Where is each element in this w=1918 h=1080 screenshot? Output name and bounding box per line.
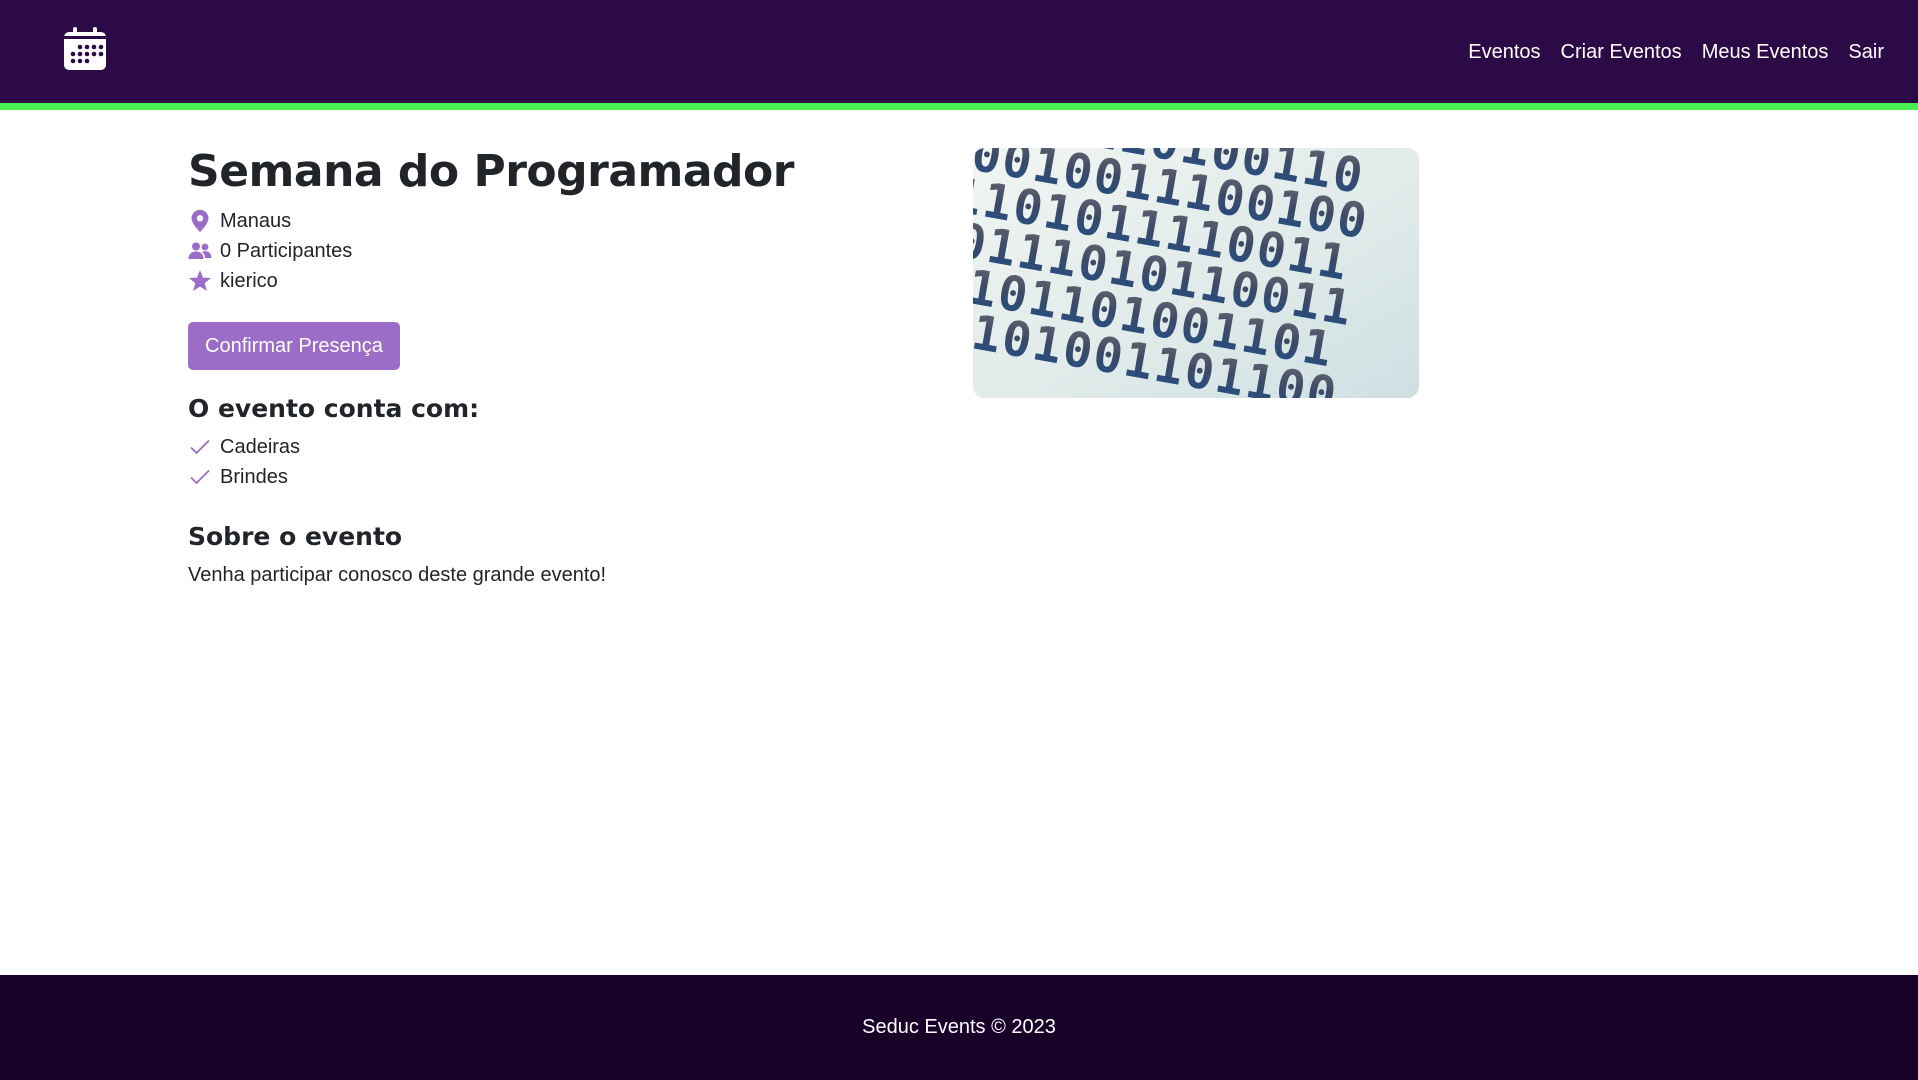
header-accent-line xyxy=(0,103,1918,110)
feature-item: Brindes xyxy=(188,462,948,492)
calendar-icon[interactable] xyxy=(62,26,108,72)
confirm-presence-button[interactable]: Confirmar Presença xyxy=(188,322,400,371)
nav-link-criar-eventos[interactable]: Criar Eventos xyxy=(1561,38,1682,66)
top-navbar: Eventos Criar Eventos Meus Eventos Sair xyxy=(0,0,1918,103)
main-nav: Eventos Criar Eventos Meus Eventos Sair xyxy=(1468,38,1884,66)
event-owner-row: kierico xyxy=(188,266,948,296)
event-participants-row: 0 Participantes xyxy=(188,236,948,266)
about-title: Sobre o evento xyxy=(188,522,403,552)
feature-label: Cadeiras xyxy=(220,435,301,458)
event-city: Manaus xyxy=(220,209,292,232)
event-details: Semana do Programador Manaus 0 Participa… xyxy=(188,140,948,587)
event-image: 1010110100110001001110010011010111100110… xyxy=(973,148,1419,398)
about-text: Venha participar conosco deste grande ev… xyxy=(188,564,607,587)
binary-code-image: 1010110100110001001110010011010111100110… xyxy=(973,148,1419,398)
location-pin-icon xyxy=(188,209,212,233)
footer: Seduc Events © 2023 xyxy=(0,975,1918,1080)
event-city-row: Manaus xyxy=(188,206,948,236)
feature-label: Brindes xyxy=(220,465,288,488)
event-owner: kierico xyxy=(220,269,278,292)
nav-link-eventos[interactable]: Eventos xyxy=(1468,38,1540,66)
star-icon xyxy=(188,269,212,293)
check-icon xyxy=(188,465,212,489)
event-participants: 0 Participantes xyxy=(220,239,353,262)
people-icon xyxy=(188,239,212,263)
nav-link-meus-eventos[interactable]: Meus Eventos xyxy=(1702,38,1829,66)
check-icon xyxy=(188,435,212,459)
event-title: Semana do Programador xyxy=(188,146,794,197)
nav-link-sair[interactable]: Sair xyxy=(1848,38,1884,66)
feature-item: Cadeiras xyxy=(188,432,948,462)
footer-text: Seduc Events © 2023 xyxy=(862,1016,1056,1038)
features-title: O evento conta com: xyxy=(188,394,480,424)
